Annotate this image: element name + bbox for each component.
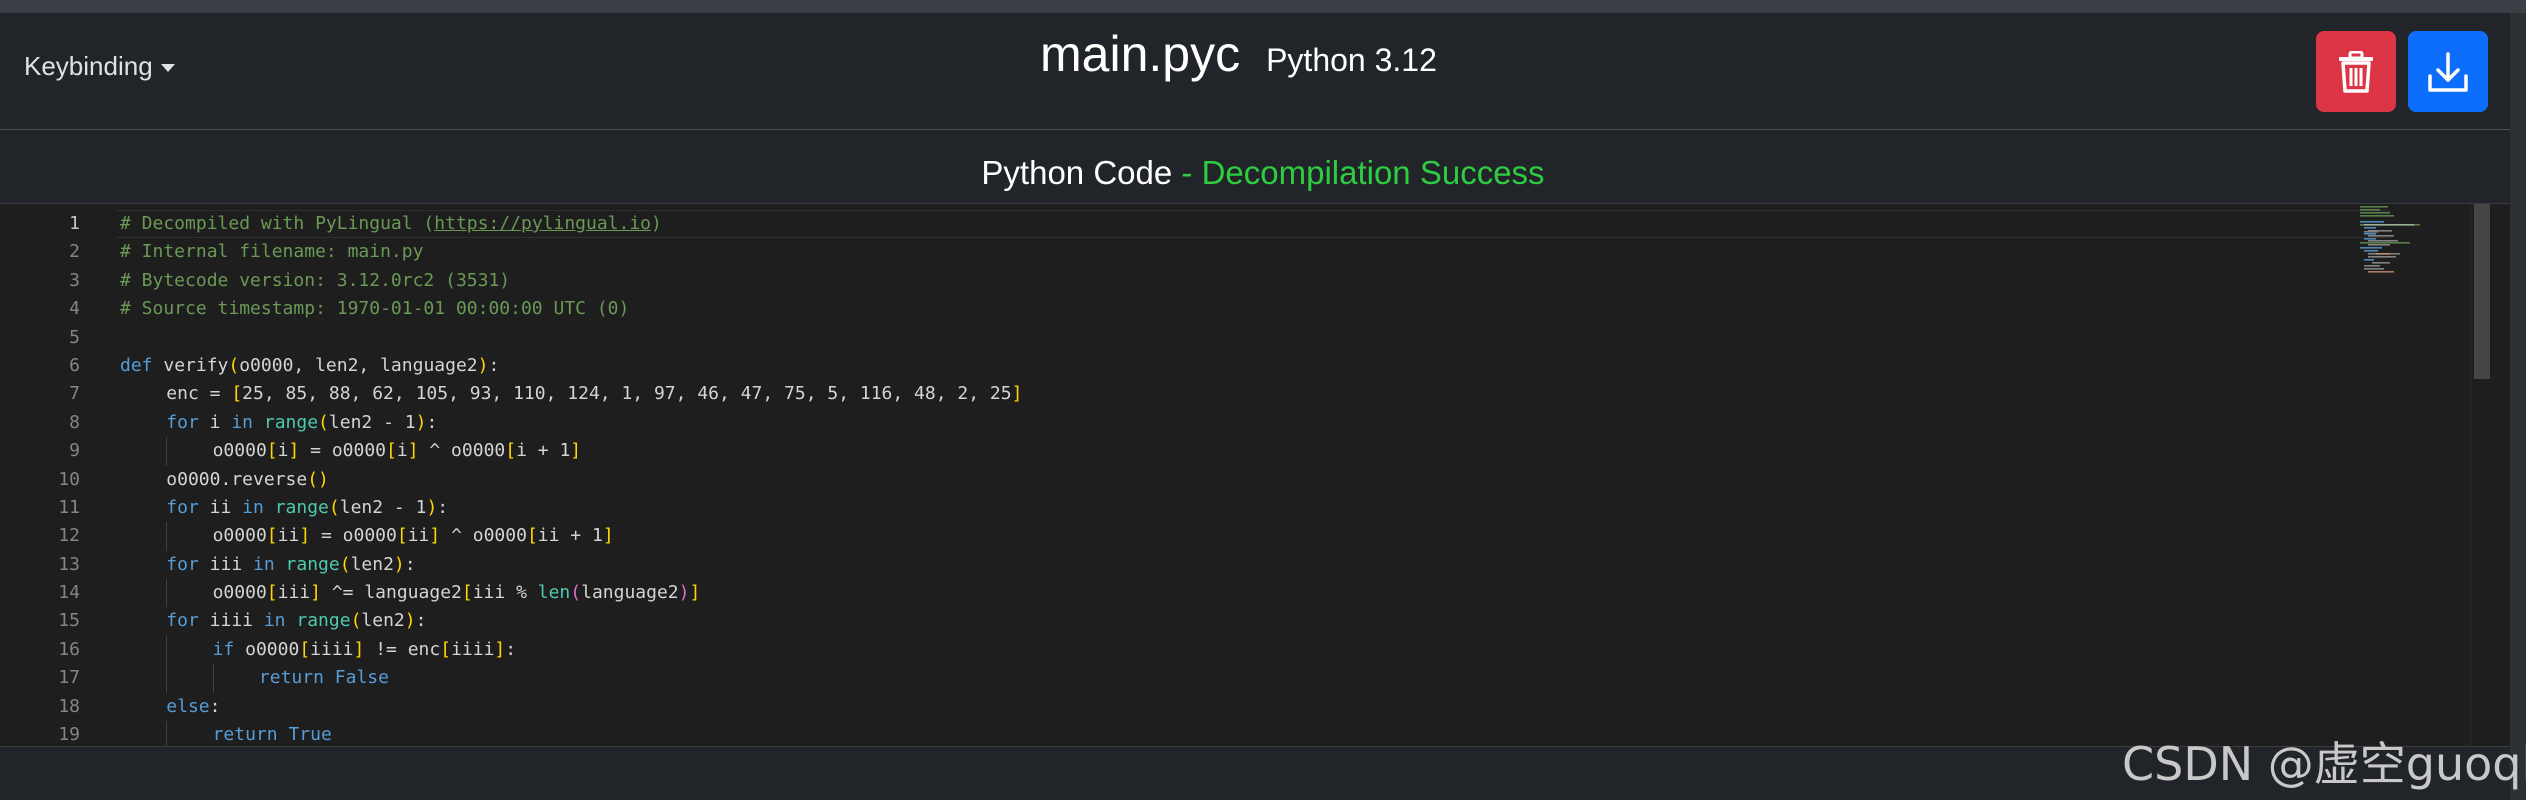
delete-button[interactable]: [2316, 31, 2396, 112]
indent-guide: [120, 607, 166, 635]
indent-guide: [120, 636, 166, 664]
code-line[interactable]: o0000[i] = o0000[i] ^ o0000[i + 1]: [120, 437, 2330, 466]
file-title: main.pyc Python 3.12: [1040, 25, 1437, 83]
line-number: 17: [58, 667, 80, 689]
code-content[interactable]: # Decompiled with PyLingual (https://pyl…: [116, 210, 2390, 746]
indent-guide: [120, 721, 166, 746]
indent-guide: [166, 579, 212, 608]
code-line[interactable]: for i in range(len2 - 1):: [120, 409, 2330, 437]
code-line[interactable]: # Decompiled with PyLingual (https://pyl…: [116, 210, 2390, 239]
code-minimap[interactable]: [2356, 204, 2468, 324]
line-number: 11: [58, 496, 80, 518]
line-number: 19: [58, 724, 80, 746]
python-version: Python 3.12: [1266, 42, 1437, 78]
keybinding-dropdown[interactable]: Keybinding: [24, 51, 175, 82]
keybinding-label: Keybinding: [24, 51, 153, 81]
decompilation-status: Decompilation Success: [1201, 154, 1545, 191]
code-line[interactable]: for iii in range(len2):: [120, 551, 2330, 579]
code-line[interactable]: else:: [120, 693, 2330, 721]
line-number: 10: [58, 468, 80, 490]
trash-icon: [2339, 50, 2373, 93]
code-line[interactable]: # Bytecode version: 3.12.0rc2 (3531): [120, 267, 2330, 295]
indent-guide: [120, 551, 166, 579]
line-number-gutter: 1 2 3 4 5 6 7 8 9 10 11 12 13 14 15 16 1…: [0, 210, 90, 746]
code-line[interactable]: enc = [25, 85, 88, 62, 105, 93, 110, 124…: [120, 380, 2330, 408]
line-number: 15: [58, 610, 80, 632]
code-label: Python Code: [981, 154, 1173, 191]
line-number: 5: [69, 326, 80, 348]
watermark: CSDN @虚空guoql: [2122, 737, 2526, 791]
line-number: 3: [69, 269, 80, 291]
line-number: 14: [58, 582, 80, 604]
line-number: 4: [69, 298, 80, 320]
indent-guide: [120, 466, 166, 494]
top-strip: [0, 0, 2526, 13]
page-scrollbar[interactable]: [2510, 13, 2526, 800]
line-number: 9: [69, 440, 80, 462]
indent-guide: [166, 664, 212, 693]
code-status-heading: Python Code - Decompilation Success: [0, 130, 2526, 202]
indent-guide: [120, 664, 166, 692]
indent-guide: [120, 494, 166, 522]
indent-guide: [166, 721, 212, 746]
indent-guide: [212, 664, 259, 693]
line-number: 1: [69, 213, 80, 234]
line-number: 8: [69, 411, 80, 433]
line-number: 13: [58, 553, 80, 575]
code-line[interactable]: # Internal filename: main.py: [120, 238, 2330, 266]
code-line[interactable]: for ii in range(len2 - 1):: [120, 494, 2330, 522]
code-line[interactable]: return False: [120, 664, 2330, 693]
code-line[interactable]: o0000[ii] = o0000[ii] ^ o0000[ii + 1]: [120, 522, 2330, 551]
line-number: 18: [58, 695, 80, 717]
scrollbar-thumb[interactable]: [2474, 204, 2490, 379]
indent-guide: [166, 437, 212, 466]
code-line[interactable]: # Source timestamp: 1970-01-01 00:00:00 …: [120, 295, 2330, 323]
download-button[interactable]: [2408, 31, 2488, 112]
indent-guide: [166, 522, 212, 551]
indent-guide: [120, 693, 166, 721]
code-line[interactable]: return True: [120, 721, 2330, 746]
code-line[interactable]: if o0000[iiii] != enc[iiii]:: [120, 635, 2330, 665]
header-bar: Keybinding main.pyc Python 3.12: [0, 13, 2526, 130]
line-number: 6: [69, 354, 80, 376]
code-line[interactable]: o0000.reverse(): [120, 466, 2330, 494]
code-editor[interactable]: 1 2 3 4 5 6 7 8 9 10 11 12 13 14 15 16 1…: [0, 203, 2510, 747]
code-line[interactable]: def verify(o0000, len2, language2):: [120, 352, 2330, 380]
line-number: 7: [69, 383, 80, 405]
line-number: 16: [58, 638, 80, 660]
indent-guide: [166, 635, 212, 665]
indent-guide: [120, 522, 166, 550]
code-line[interactable]: for iiii in range(len2):: [120, 607, 2330, 635]
line-number: 12: [58, 525, 80, 547]
code-line[interactable]: [120, 324, 2330, 352]
line-number: 2: [69, 241, 80, 263]
filename: main.pyc: [1040, 26, 1241, 82]
indent-guide: [120, 437, 166, 465]
caret-down-icon: [160, 63, 175, 72]
download-icon: [2428, 51, 2468, 92]
indent-guide: [120, 409, 166, 437]
code-line[interactable]: o0000[iii] ^= language2[iii % len(langua…: [120, 579, 2330, 608]
indent-guide: [120, 579, 166, 607]
status-separator: -: [1172, 154, 1202, 191]
indent-guide: [120, 380, 166, 408]
